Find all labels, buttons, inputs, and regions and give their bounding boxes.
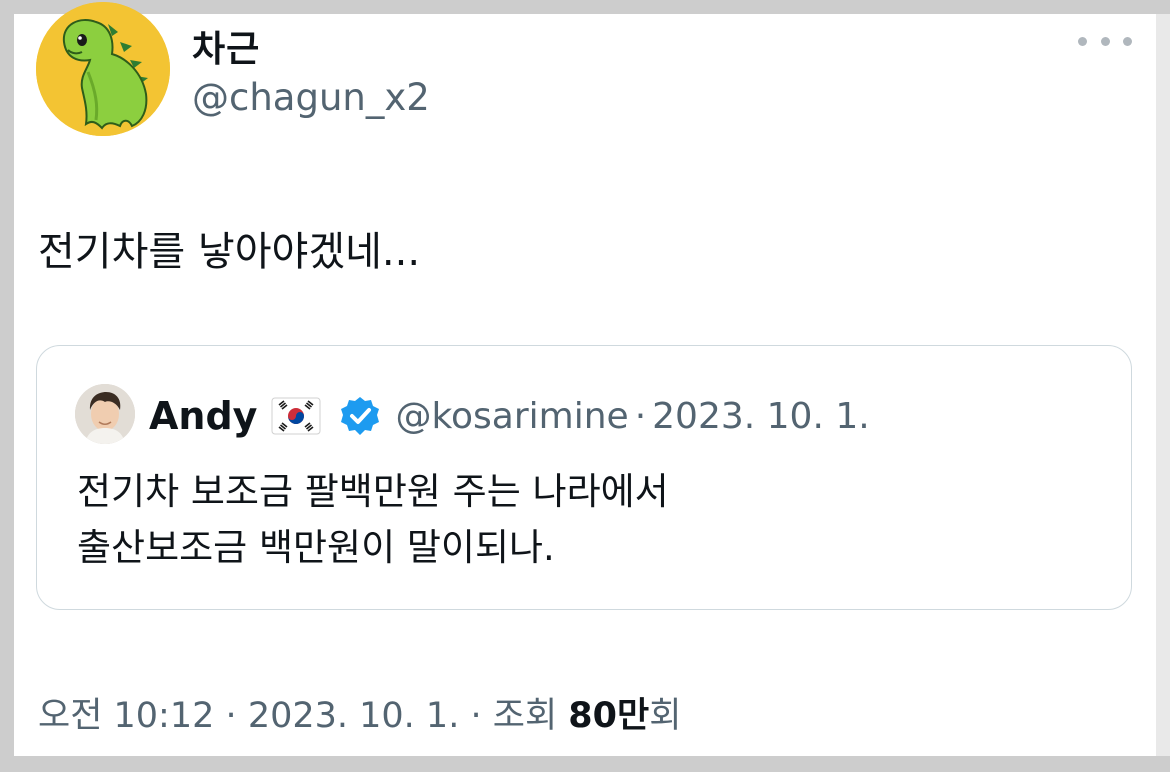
tweet-card: 차근 @chagun_x2 전기차를 낳아야겠네... Andy @kosari…	[14, 2, 1156, 756]
separator-dot: ·	[470, 696, 482, 736]
dot	[1123, 36, 1132, 46]
separator-dot: ·	[634, 395, 647, 437]
quoted-handle[interactable]: @kosarimine	[395, 396, 628, 437]
dot	[1078, 36, 1087, 46]
tweet-time[interactable]: 오전 10:12	[38, 696, 214, 736]
quoted-text-line-1: 전기차 보조금 팔백만원 주는 나라에서	[77, 470, 669, 513]
quoted-header: Andy @kosarimine · 2023. 10. 1.	[149, 386, 870, 446]
author-display-name[interactable]: 차근	[192, 20, 260, 72]
quoted-text-line-2: 출산보조금 백만원이 말이되나.	[77, 526, 555, 569]
user-avatar[interactable]	[36, 2, 170, 136]
south-korea-flag-icon	[271, 397, 321, 435]
more-dots-icon[interactable]	[1078, 26, 1132, 56]
quoted-user-avatar[interactable]	[75, 384, 135, 444]
views-label: 조회	[492, 696, 558, 736]
scrollbar[interactable]	[1156, 14, 1170, 756]
author-handle[interactable]: @chagun_x2	[192, 76, 430, 119]
quoted-date: 2023. 10. 1.	[652, 395, 870, 437]
verified-badge-icon	[341, 397, 380, 435]
separator-dot: ·	[225, 696, 237, 736]
quoted-text: 전기차 보조금 팔백만원 주는 나라에서 출산보조금 백만원이 말이되나.	[77, 464, 669, 576]
tweet-meta: 오전 10:12 · 2023. 10. 1. · 조회 80만회	[38, 687, 681, 738]
quoted-tweet[interactable]: Andy @kosarimine · 2023. 10. 1. 전기차 보조금 …	[36, 345, 1132, 610]
tweet-text: 전기차를 낳아야겠네...	[38, 229, 421, 275]
views-suffix: 회	[649, 696, 682, 736]
quoted-display-name[interactable]: Andy	[149, 394, 257, 438]
views-count: 80만	[568, 696, 650, 736]
dot	[1100, 36, 1110, 46]
person-photo-icon	[75, 384, 135, 444]
tweet-date[interactable]: 2023. 10. 1.	[248, 696, 460, 736]
green-dinosaur-avatar-icon	[36, 2, 170, 136]
